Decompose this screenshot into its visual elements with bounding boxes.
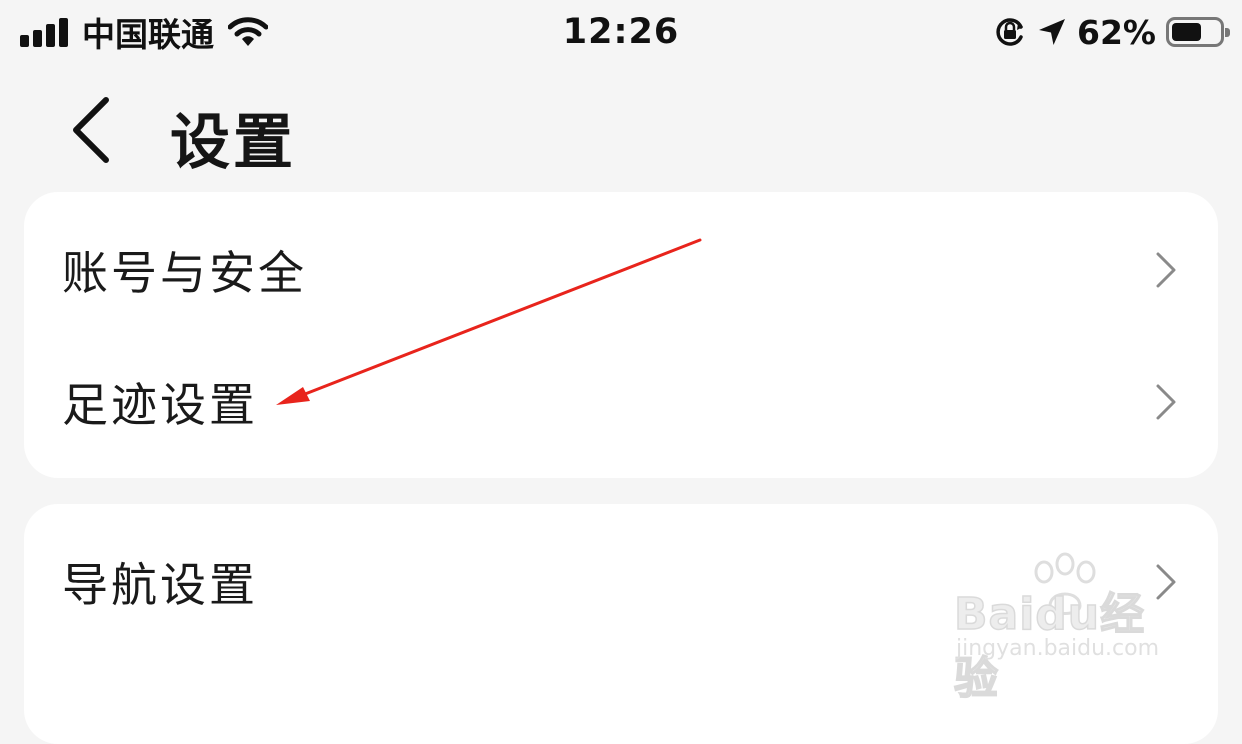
chevron-right-icon	[1156, 384, 1176, 420]
battery-percent: 62%	[1077, 12, 1156, 52]
settings-group-1: 账号与安全 足迹设置	[24, 192, 1218, 478]
settings-item-label: 账号与安全	[62, 246, 307, 300]
status-bar-right: 62%	[993, 10, 1230, 54]
battery-level-fill	[1172, 23, 1201, 41]
orientation-lock-icon	[996, 18, 1023, 46]
page-title: 设置	[170, 108, 296, 178]
chevron-right-icon	[1156, 564, 1176, 600]
settings-group-2: 导航设置	[24, 504, 1218, 744]
battery-icon	[1166, 17, 1230, 47]
back-button[interactable]	[62, 92, 122, 168]
settings-item-account-security[interactable]: 账号与安全	[24, 210, 1218, 330]
chevron-right-icon	[1156, 252, 1176, 288]
settings-item-label: 足迹设置	[62, 378, 258, 432]
settings-item-footprint[interactable]: 足迹设置	[24, 342, 1218, 462]
battery-nub	[1225, 28, 1230, 37]
settings-item-navigation[interactable]: 导航设置	[24, 522, 1218, 642]
settings-item-label: 导航设置	[62, 558, 258, 612]
status-bar: 中国联通 12:26 62%	[0, 0, 1242, 66]
location-arrow-icon	[1039, 19, 1065, 45]
nav-bar: 设置	[0, 80, 1242, 180]
back-chevron-icon	[73, 97, 109, 163]
